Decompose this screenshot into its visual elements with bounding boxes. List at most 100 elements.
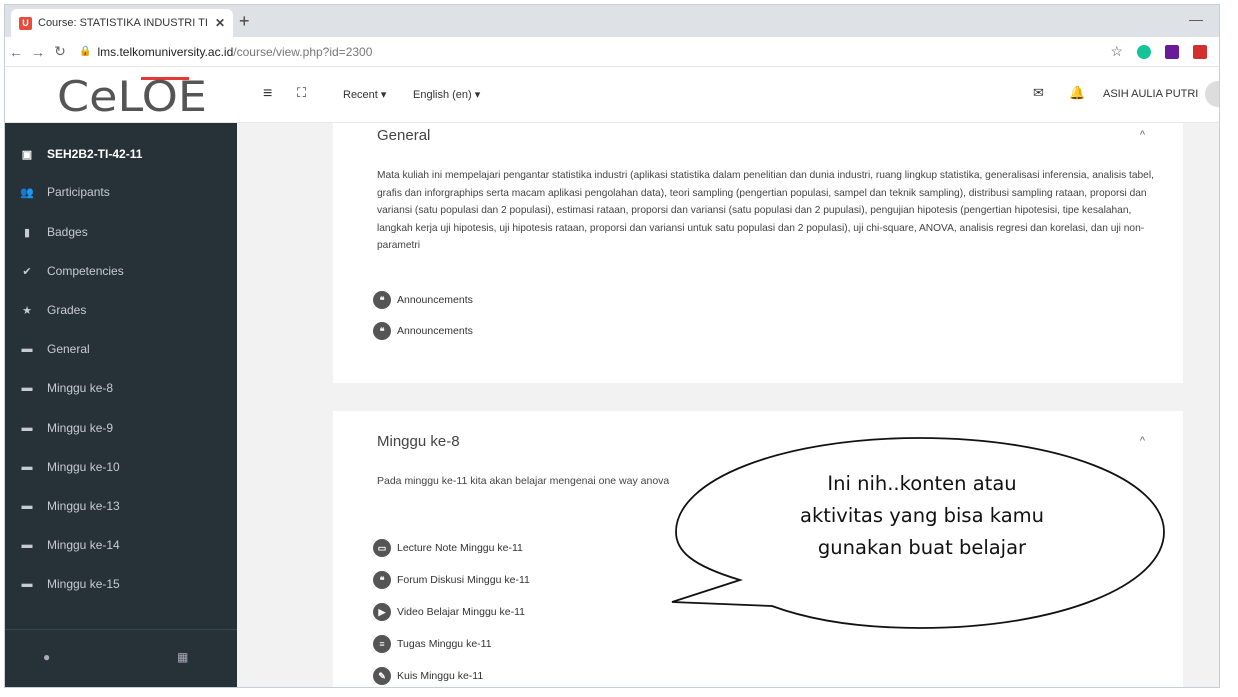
minimize-icon[interactable]: — [1189, 11, 1203, 27]
hamburger-menu-icon[interactable]: ≡ [263, 85, 272, 103]
language-menu[interactable]: English (en) ▾ [413, 88, 480, 101]
sidebar-item-participants[interactable]: 👥 Participants [5, 173, 237, 211]
folder-icon: ▬ [21, 578, 33, 590]
celoe-favicon-icon: U [19, 16, 32, 30]
tab-title: Course: STATISTIKA INDUSTRI TI [38, 17, 208, 29]
extension-red-icon[interactable] [1193, 44, 1207, 59]
folder-icon: ▬ [21, 422, 33, 434]
browser-tab[interactable]: U Course: STATISTIKA INDUSTRI TI ✕ [11, 9, 233, 37]
calendar-icon[interactable]: ▦ [177, 650, 188, 664]
course-sidebar: ▣ SEH2B2-TI-42-11 👥 Participants ▮ Badge… [5, 123, 237, 687]
sidebar-item-label: SEH2B2-TI-42-11 [47, 147, 143, 161]
activity-label: Forum Diskusi Minggu ke-11 [397, 574, 530, 586]
users-icon: 👥 [20, 186, 34, 199]
browser-window: U Course: STATISTIKA INDUSTRI TI ✕ + — ←… [4, 4, 1220, 688]
sidebar-item-label: Minggu ke-15 [47, 577, 120, 591]
chat-icon[interactable]: ● [43, 650, 50, 664]
callout-line-3: gunakan buat belajar [817, 536, 1027, 559]
grammarly-extension-icon[interactable] [1137, 44, 1151, 59]
svg-text:CeLOE: CeLOE [57, 75, 207, 115]
url-host: lms.telkomuniversity.ac.id [97, 44, 234, 59]
forward-icon[interactable]: → [27, 44, 49, 60]
callout-text: Ini nih..konten atau aktivitas yang bisa… [792, 468, 1052, 564]
sidebar-item-minggu-9[interactable]: ▬ Minggu ke-9 [5, 409, 237, 447]
new-tab-button[interactable]: + [239, 11, 250, 31]
sidebar-item-label: Minggu ke-13 [47, 499, 120, 513]
course-icon: ▣ [21, 148, 33, 161]
address-bar-row: ← → ↻ 🔒 lms.telkomuniversity.ac.id/cours… [5, 37, 1219, 67]
sidebar-item-minggu-13[interactable]: ▬ Minggu ke-13 [5, 487, 237, 525]
sidebar-item-label: Participants [47, 185, 110, 199]
sidebar-item-label: Grades [47, 303, 87, 317]
extension-icon[interactable] [1165, 44, 1179, 59]
collapse-caret-icon[interactable]: ^ [1140, 129, 1145, 141]
section-title[interactable]: General [377, 127, 430, 144]
sidebar-item-label: Minggu ke-8 [47, 381, 114, 395]
sidebar-footer: ● ▦ [5, 629, 237, 687]
bookmark-icon: ▮ [23, 226, 31, 239]
activity-announcements[interactable]: ❝ Announcements [373, 291, 473, 309]
callout-line-1: Ini nih..konten atau [827, 472, 1017, 495]
section-summary: Pada minggu ke-11 kita akan belajar meng… [377, 475, 670, 487]
section-summary: Mata kuliah ini mempelajari pengantar st… [377, 170, 1154, 251]
celoe-logo[interactable]: CeLOE [57, 75, 207, 115]
forum-icon: ❝ [373, 291, 391, 309]
sidebar-item-label: General [47, 342, 90, 356]
sidebar-item-label: Minggu ke-10 [47, 460, 120, 474]
user-menu[interactable]: ASIH AULIA PUTRI [1103, 88, 1198, 100]
forum-icon: ❝ [373, 571, 391, 589]
page-icon: ▭ [373, 539, 391, 557]
recent-menu[interactable]: Recent ▾ [343, 88, 386, 101]
section-minggu-8: Minggu ke-8 ^ Pada minggu ke-11 kita aka… [333, 411, 1183, 687]
activity-label: Video Belajar Minggu ke-11 [397, 606, 526, 618]
activity-video-belajar[interactable]: ▶ Video Belajar Minggu ke-11 [373, 603, 525, 621]
activity-forum-diskusi[interactable]: ❝ Forum Diskusi Minggu ke-11 [373, 571, 530, 589]
course-content: General ^ Mata kuliah ini mempelajari pe… [237, 123, 1219, 687]
sidebar-item-badges[interactable]: ▮ Badges [5, 213, 237, 251]
folder-icon: ▬ [21, 343, 33, 355]
activity-label: Announcements [397, 294, 473, 306]
avatar[interactable] [1205, 81, 1219, 107]
collapse-caret-icon[interactable]: ^ [1140, 435, 1145, 447]
fullscreen-icon[interactable]: ⛶ [297, 85, 306, 101]
activity-label: Tugas Minggu ke-11 [397, 638, 492, 650]
sidebar-item-grades[interactable]: ★ Grades [5, 291, 237, 329]
sidebar-item-minggu-15[interactable]: ▬ Minggu ke-15 [5, 565, 237, 603]
folder-icon: ▬ [21, 500, 33, 512]
star-icon: ★ [22, 304, 32, 317]
messages-icon[interactable]: ✉ [1033, 85, 1044, 101]
sidebar-item-minggu-14[interactable]: ▬ Minggu ke-14 [5, 526, 237, 564]
forum-icon: ❝ [373, 322, 391, 340]
activity-label: Kuis Minggu ke-11 [397, 670, 484, 682]
quiz-icon: ✎ [373, 667, 391, 685]
sidebar-item-course[interactable]: ▣ SEH2B2-TI-42-11 [5, 135, 237, 173]
lock-icon: 🔒 [79, 46, 92, 57]
reload-icon[interactable]: ↻ [49, 43, 71, 60]
activity-kuis[interactable]: ✎ Kuis Minggu ke-11 [373, 667, 483, 685]
activity-label: Lecture Note Minggu ke-11 [397, 542, 523, 554]
notifications-bell-icon[interactable]: 🔔 [1069, 85, 1085, 101]
assignment-icon: ≡ [373, 635, 391, 653]
sidebar-item-general[interactable]: ▬ General [5, 330, 237, 368]
sidebar-item-label: Badges [47, 225, 88, 239]
tab-strip: U Course: STATISTIKA INDUSTRI TI ✕ + — [5, 5, 1219, 37]
activity-lecture-note[interactable]: ▭ Lecture Note Minggu ke-11 [373, 539, 523, 557]
bookmark-star-icon[interactable]: ☆ [1110, 43, 1123, 60]
folder-icon: ▬ [21, 539, 33, 551]
sidebar-item-label: Minggu ke-14 [47, 538, 120, 552]
sidebar-item-competencies[interactable]: ✔ Competencies [5, 252, 237, 290]
url-path: /course/view.php?id=2300 [233, 44, 373, 59]
callout-line-2: aktivitas yang bisa kamu [800, 504, 1044, 527]
activity-label: Announcements [397, 325, 473, 337]
section-title[interactable]: Minggu ke-8 [377, 433, 460, 450]
activity-announcements[interactable]: ❝ Announcements [373, 322, 473, 340]
back-icon[interactable]: ← [5, 44, 27, 60]
folder-icon: ▬ [21, 382, 33, 394]
sidebar-item-minggu-8[interactable]: ▬ Minggu ke-8 [5, 369, 237, 407]
site-header: CeLOE ≡ ⛶ Recent ▾ English (en) ▾ ✉ 🔔 AS… [5, 67, 1219, 123]
sidebar-item-minggu-10[interactable]: ▬ Minggu ke-10 [5, 448, 237, 486]
activity-tugas[interactable]: ≡ Tugas Minggu ke-11 [373, 635, 492, 653]
section-general: General ^ Mata kuliah ini mempelajari pe… [333, 123, 1183, 383]
url-field[interactable]: 🔒 lms.telkomuniversity.ac.id/course/view… [79, 43, 372, 61]
close-tab-icon[interactable]: ✕ [215, 16, 225, 30]
